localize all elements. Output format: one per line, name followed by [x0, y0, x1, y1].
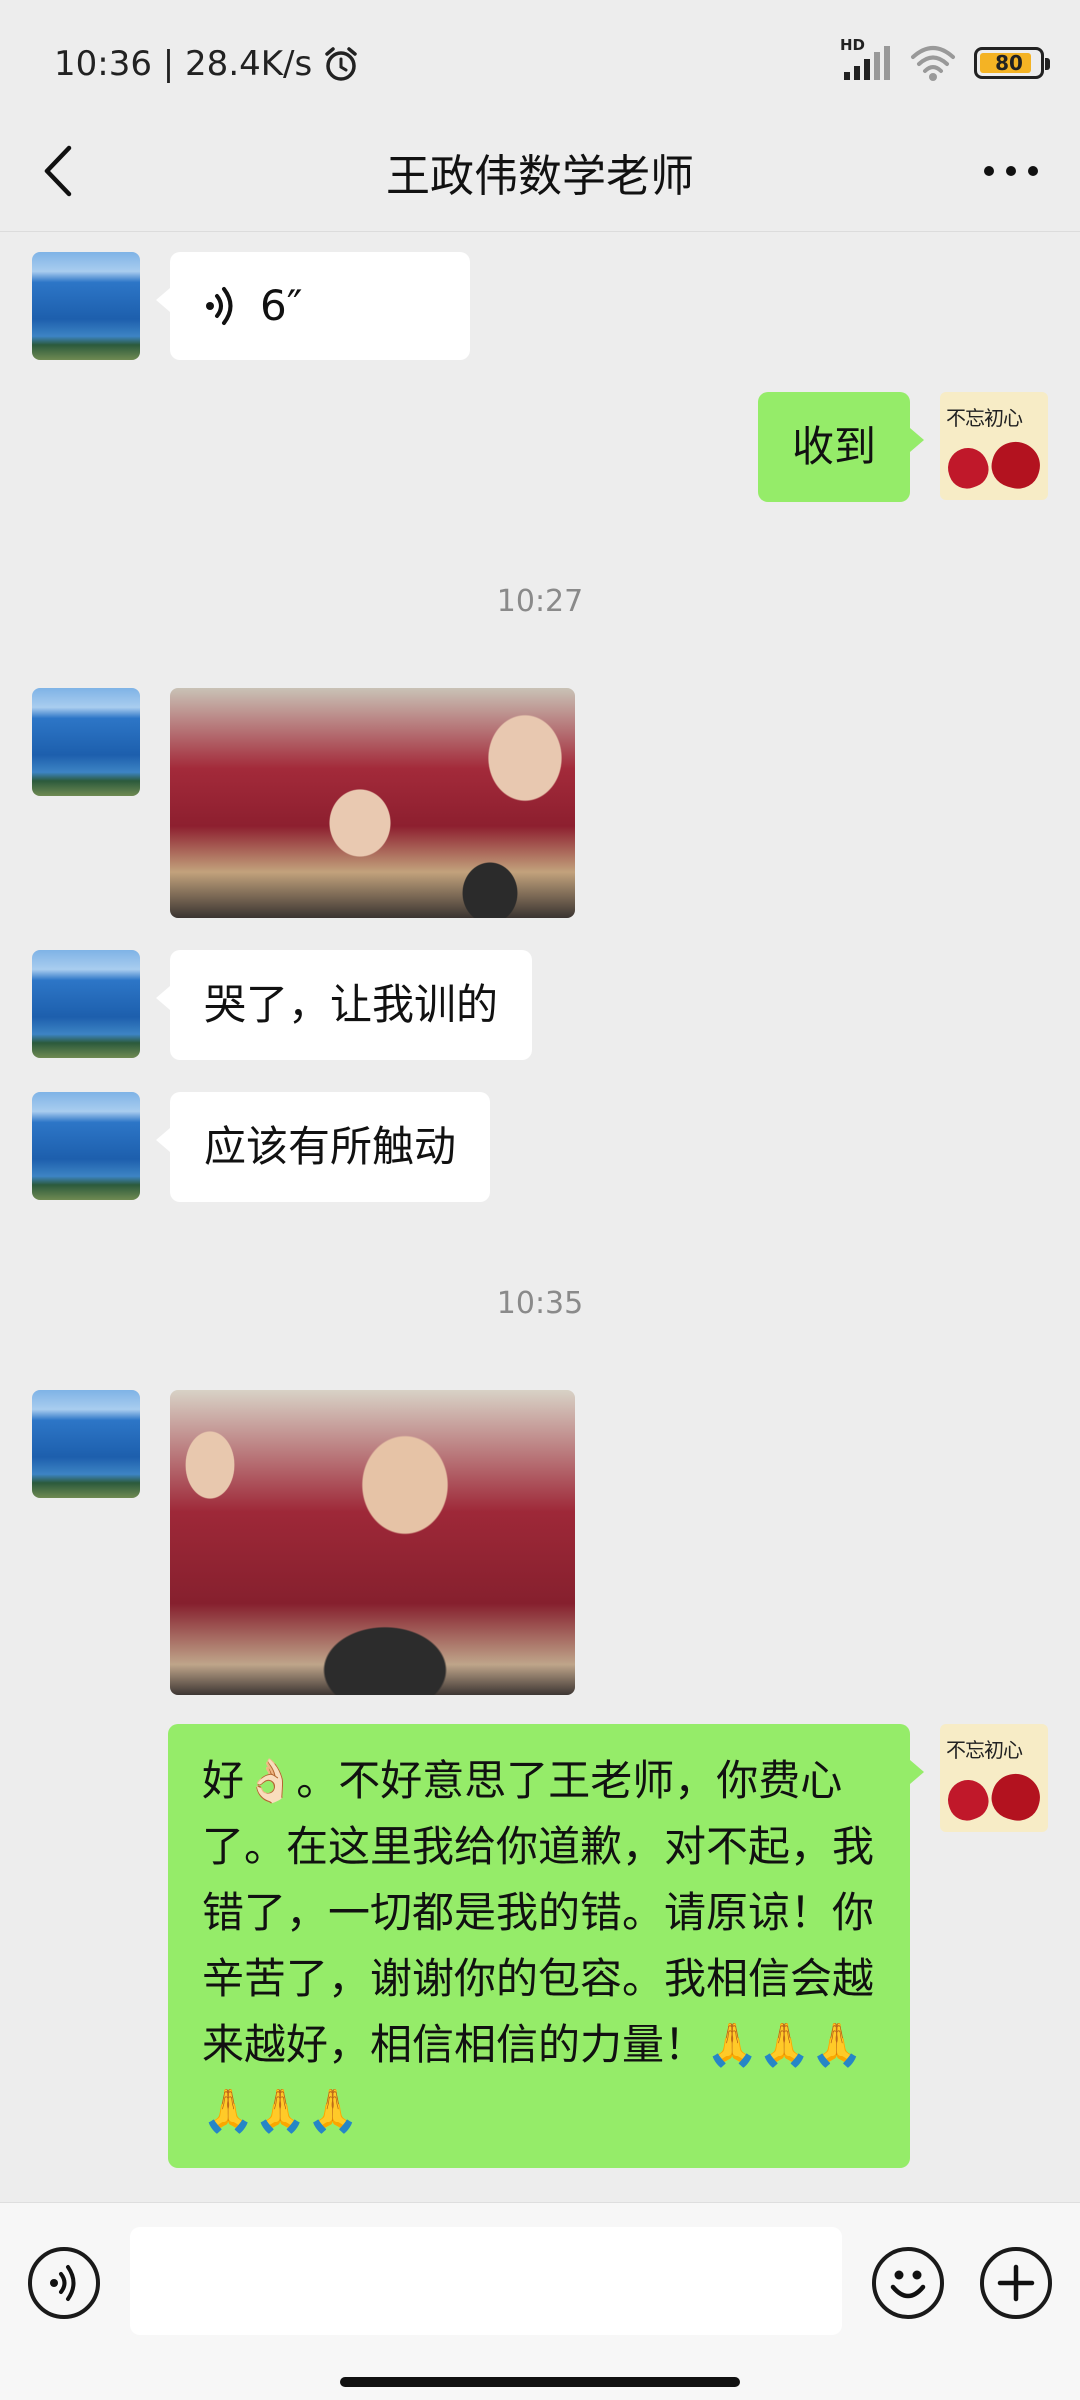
chat-message-list[interactable]: 6″ 不忘初心 收到 10:27 哭了，让我训的 应该有所触动 10:35 不忘… [0, 232, 1080, 2202]
input-bar [0, 2202, 1080, 2400]
more-button[interactable] [966, 134, 1056, 208]
contact-avatar[interactable] [32, 950, 140, 1058]
signal-icon: HD [840, 36, 892, 82]
contact-avatar[interactable] [32, 1092, 140, 1200]
alarm-icon [325, 47, 357, 81]
message-timestamp: 10:27 [496, 584, 584, 619]
message-text: 收到 [791, 422, 876, 471]
text-message-bubble[interactable]: 应该有所触动 [155, 1092, 491, 1202]
home-indicator[interactable] [340, 2377, 740, 2387]
heart-icon [986, 436, 1046, 494]
text-message-bubble[interactable]: 哭了，让我训的 [155, 950, 533, 1060]
contact-avatar[interactable] [32, 688, 140, 796]
voice-toggle-button[interactable] [28, 2247, 100, 2319]
contact-avatar[interactable] [32, 252, 140, 360]
wifi-icon [911, 46, 955, 81]
emoji-button[interactable] [872, 2247, 944, 2319]
voice-duration: 6″ [260, 281, 303, 330]
emoji-icon [890, 2270, 926, 2299]
message-text: 应该有所触动 [204, 1122, 457, 1171]
text-message-bubble[interactable]: 好👌🏻。不好意思了王老师，你费心了。在这里我给你道歉，对不起，我错了，一切都是我… [168, 1724, 924, 2168]
self-avatar[interactable]: 不忘初心 [940, 392, 1048, 500]
battery-icon: 80 [974, 47, 1050, 79]
image-message[interactable] [170, 1390, 575, 1695]
voice-wave-icon [206, 287, 233, 325]
self-avatar[interactable]: 不忘初心 [940, 1724, 1048, 1832]
contact-avatar[interactable] [32, 1390, 140, 1498]
status-time-speed: 10:36 | 28.4K/s [54, 44, 313, 84]
self-avatar-text: 不忘初心 [946, 406, 1023, 430]
heart-icon [942, 1774, 994, 1826]
chat-title: 王政伟数学老师 [386, 151, 694, 202]
heart-icon [942, 442, 994, 494]
plus-button[interactable] [980, 2247, 1052, 2319]
image-message[interactable] [170, 688, 575, 918]
voice-message-bubble[interactable]: 6″ [156, 252, 470, 360]
chat-header: 王政伟数学老师 [0, 110, 1080, 232]
more-dots-icon [984, 166, 1038, 176]
message-input[interactable] [130, 2227, 842, 2335]
message-timestamp: 10:35 [496, 1286, 584, 1321]
self-avatar-text: 不忘初心 [946, 1738, 1023, 1762]
battery-level: 80 [995, 51, 1023, 75]
plus-icon [997, 2264, 1035, 2302]
text-message-bubble[interactable]: 收到 [757, 392, 925, 502]
message-text: 哭了，让我训的 [204, 980, 499, 1029]
status-right: HD 80 [840, 36, 1050, 82]
voice-toggle-icon [50, 2265, 76, 2301]
heart-icon [986, 1768, 1046, 1826]
message-text: 好👌🏻。不好意思了王老师，你费心了。在这里我给你道歉，对不起，我错了，一切都是我… [202, 1756, 875, 2135]
status-left: 10:36 | 28.4K/s [54, 44, 360, 84]
